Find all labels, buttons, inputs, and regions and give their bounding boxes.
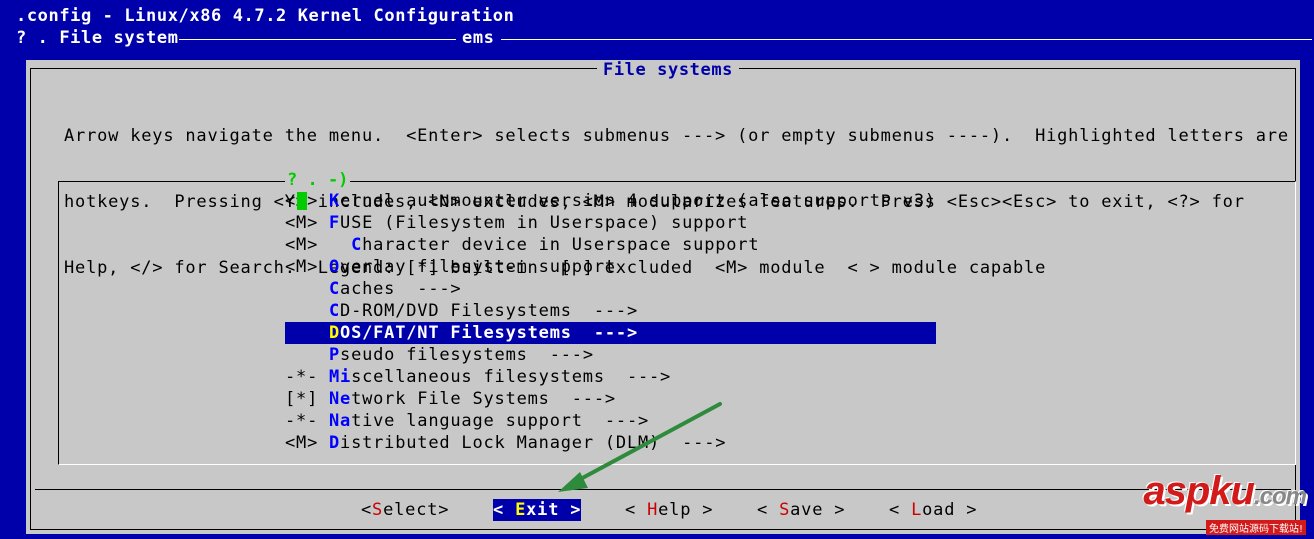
file-systems-dialog: File systems Arrow keys navigate the men… [26,60,1300,534]
menu-item-state [285,344,329,366]
menu-item-state: -*- [285,411,319,431]
menu-item-label: twork File Systems ---> [351,389,616,409]
menu-item-hotkey: C [329,279,341,299]
breadcrumb-row: ? . File system ems [16,28,1312,50]
watermark: aspku.com 免费网站源码下载站! [1143,469,1307,537]
menu-item-hotkey: K [329,191,341,211]
menu-item-hotkey: D [329,323,341,343]
menu-item-state: [*] [285,389,319,409]
select-button[interactable]: <Select> [361,499,449,521]
menu-item[interactable]: Pseudo filesystems ---> [285,344,936,366]
window-title: .config - Linux/x86 4.7.2 Kernel Configu… [16,6,515,26]
menu-item-hotkey: F [329,213,341,233]
menu-box: ? . -) <*>Kernel automounter version 4 s… [58,170,1296,465]
menu-item-state [285,322,329,344]
help-line-1: Arrow keys navigate the menu. <Enter> se… [64,126,1289,146]
dialog-frame: File systems Arrow keys navigate the men… [30,60,1296,530]
menu-item[interactable]: C D-ROM/DVD Filesystems ---> [285,300,936,322]
button-separator [35,489,1291,490]
load-button[interactable]: < Load > [889,499,977,521]
menu-item-hotkey: D [329,433,341,453]
help-button[interactable]: < Help > [625,499,713,521]
menu-item[interactable]: <M> Character device in Userspace suppor… [285,234,936,256]
menu-item-label: seudo filesystems ---> [340,345,594,365]
menu-item-label: tive language support ---> [351,411,650,431]
exit-button[interactable]: < Exit > [493,499,582,521]
menu-item-indent [329,234,351,256]
cursor-block-icon [297,192,307,210]
menu-item-hotkey: Mi [329,367,352,387]
menu-item-hotkey: C [351,235,363,255]
menu-item-hotkey: P [329,345,341,365]
menu-item-hotkey: C [329,301,341,321]
watermark-tagline: 免费网站源码下载站! [1205,520,1306,535]
menu-item-label: aches ---> [340,279,462,299]
menu-item-hotkey: Na [329,411,352,431]
menu-item-state: -*- [285,367,319,387]
menu-item-label: verlay filesystem support [340,257,616,277]
menu-item-state: <M> [285,433,319,453]
menu-item[interactable]: Caches ---> [285,278,936,300]
menu-item-state: <M> [285,257,319,277]
menu-item-label: istributed Lock Manager (DLM) ---> [340,433,727,453]
menu-item-label: haracter device in Userspace support [362,235,760,255]
menu-item-label: scellaneous filesystems ---> [351,367,672,387]
menu-list: <*>Kernel automounter version 4 support … [285,190,936,454]
menu-item-hotkey: Ne [329,389,352,409]
menu-item-label: OS/FAT/NT Filesystems ---> [340,323,638,343]
menu-item-state: <*> [285,190,329,212]
menu-item[interactable]: <M> Overlay filesystem support [285,256,936,278]
menu-item-label: ernel automounter version 4 support (als… [340,191,936,211]
menu-item-state: <M> [285,213,319,233]
menu-item[interactable]: -*- Mi scellaneous filesystems ---> [285,366,936,388]
menu-item[interactable]: <*>Kernel automounter version 4 support … [285,190,936,212]
menu-item-hotkey: O [329,257,341,277]
menu-item[interactable]: -*- Na tive language support ---> [285,410,936,432]
dialog-title: File systems [597,60,740,80]
menu-item-label: D-ROM/DVD Filesystems ---> [340,301,638,321]
watermark-logo: aspku.com [1143,469,1307,513]
menu-scroll-indicator: ? . -) [285,170,351,190]
menu-item-label: USE (Filesystem in Userspace) support [340,213,749,233]
menu-item[interactable]: <M> F USE (Filesystem in Userspace) suppor… [285,212,936,234]
menu-item-state [285,278,329,300]
menu-item-state: <M> [285,235,319,255]
breadcrumb: ? . File system [16,28,179,48]
menu-item[interactable]: D OS/FAT/NT Filesystems ---> [285,192,936,344]
breadcrumb-rule [16,39,1312,40]
menu-item[interactable]: [*] Ne twork File Systems ---> [285,388,936,410]
save-button[interactable]: < Save > [757,499,845,521]
menu-item-state [285,300,329,322]
breadcrumb-tail: ems [456,28,501,48]
menu-item[interactable]: <M> Distributed Lock Manager (DLM) ---> [285,432,936,454]
